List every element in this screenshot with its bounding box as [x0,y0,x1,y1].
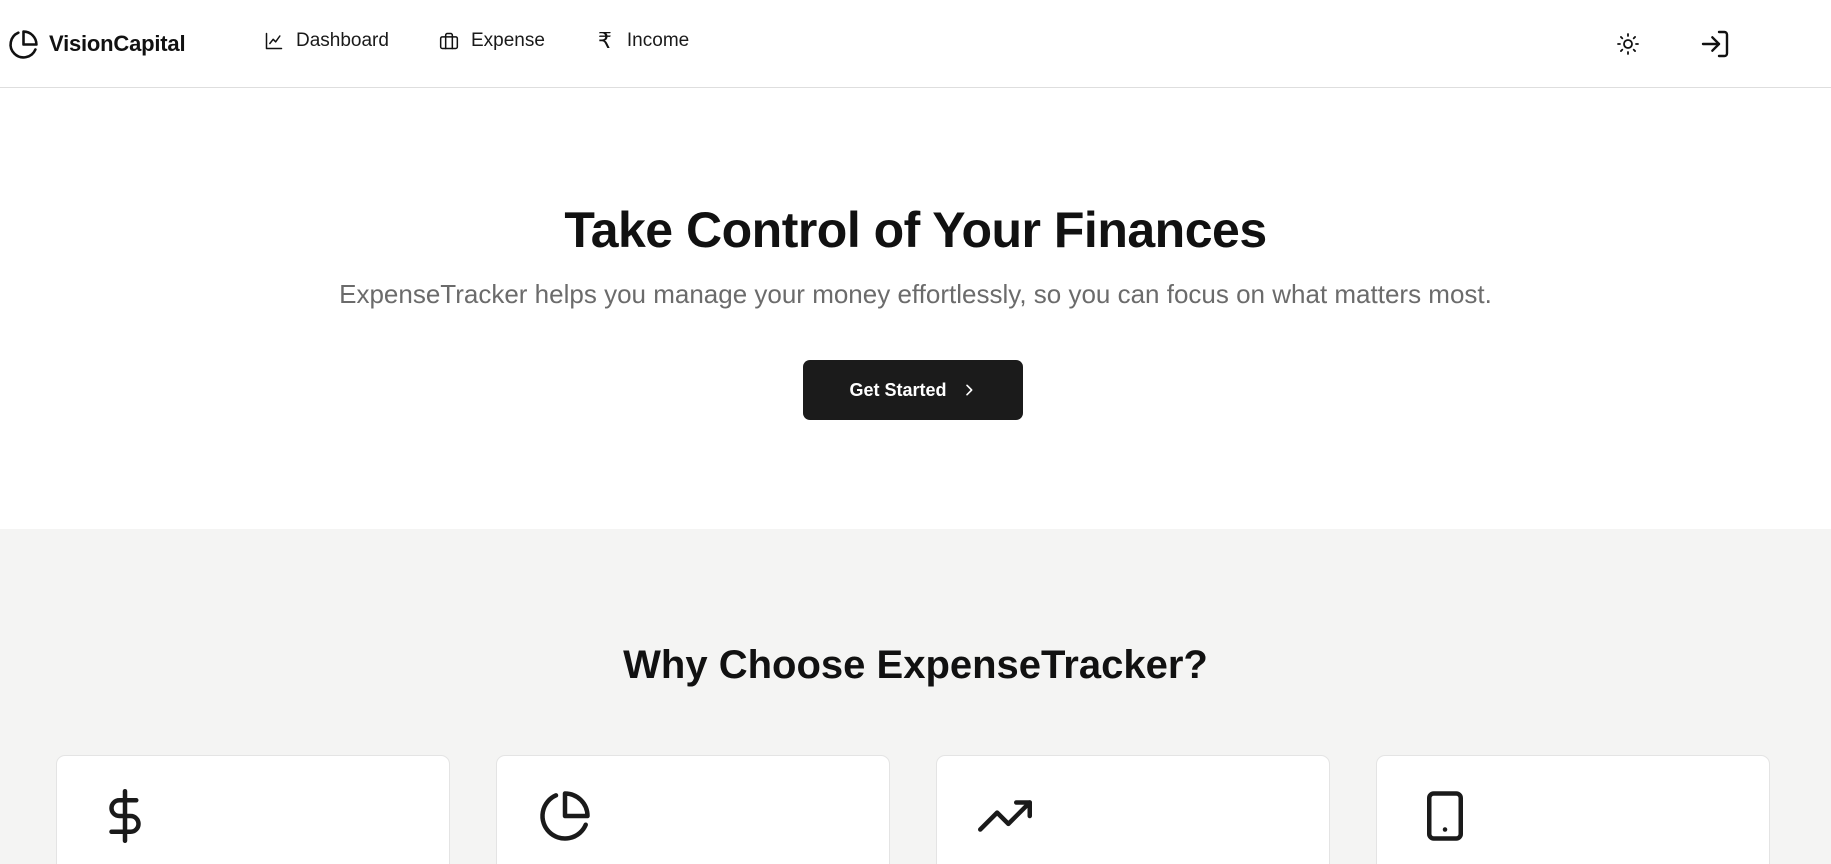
nav-expense[interactable]: Expense [439,30,545,52]
nav-dashboard-label: Dashboard [296,30,389,51]
main-nav: Dashboard Expense ₹ Income [264,30,739,52]
features-section: Why Choose ExpenseTracker? [0,529,1831,864]
brand-name: VisionCapital [49,31,186,56]
feature-card-expense-tracking [56,755,450,864]
pie-chart-icon [537,788,593,844]
nav-income-label: Income [626,30,690,51]
get-started-button[interactable]: Get Started [803,360,1023,420]
trending-up-icon [977,788,1033,844]
sun-icon [1616,32,1640,56]
features-title: Why Choose ExpenseTracker? [623,643,1208,687]
pie-chart-icon [8,29,39,60]
login-icon [1699,28,1731,60]
dollar-icon [97,788,153,844]
feature-card-mobile-access [1376,755,1770,864]
login-button[interactable] [1697,26,1733,62]
nav-income[interactable]: ₹ Income [595,30,689,52]
chevron-right-icon [961,382,977,398]
top-navbar: VisionCapital Dashboard Expense ₹ Income [0,0,1831,88]
hero-section: Take Control of Your Finances ExpenseTra… [0,89,1831,529]
brand-logo[interactable]: VisionCapital [8,28,186,60]
feature-card-budget-analysis [496,755,890,864]
get-started-label: Get Started [849,379,947,400]
nav-expense-label: Expense [470,30,545,51]
smartphone-icon [1417,788,1473,844]
rupee-icon: ₹ [597,28,612,53]
nav-dashboard[interactable]: Dashboard [264,30,389,52]
theme-toggle-button[interactable] [1610,26,1646,62]
briefcase-icon [439,31,459,51]
feature-card-growth-insights [936,755,1330,864]
hero-subtitle: ExpenseTracker helps you manage your mon… [339,279,1492,309]
line-chart-icon [264,31,284,51]
hero-title: Take Control of Your Finances [564,202,1267,258]
